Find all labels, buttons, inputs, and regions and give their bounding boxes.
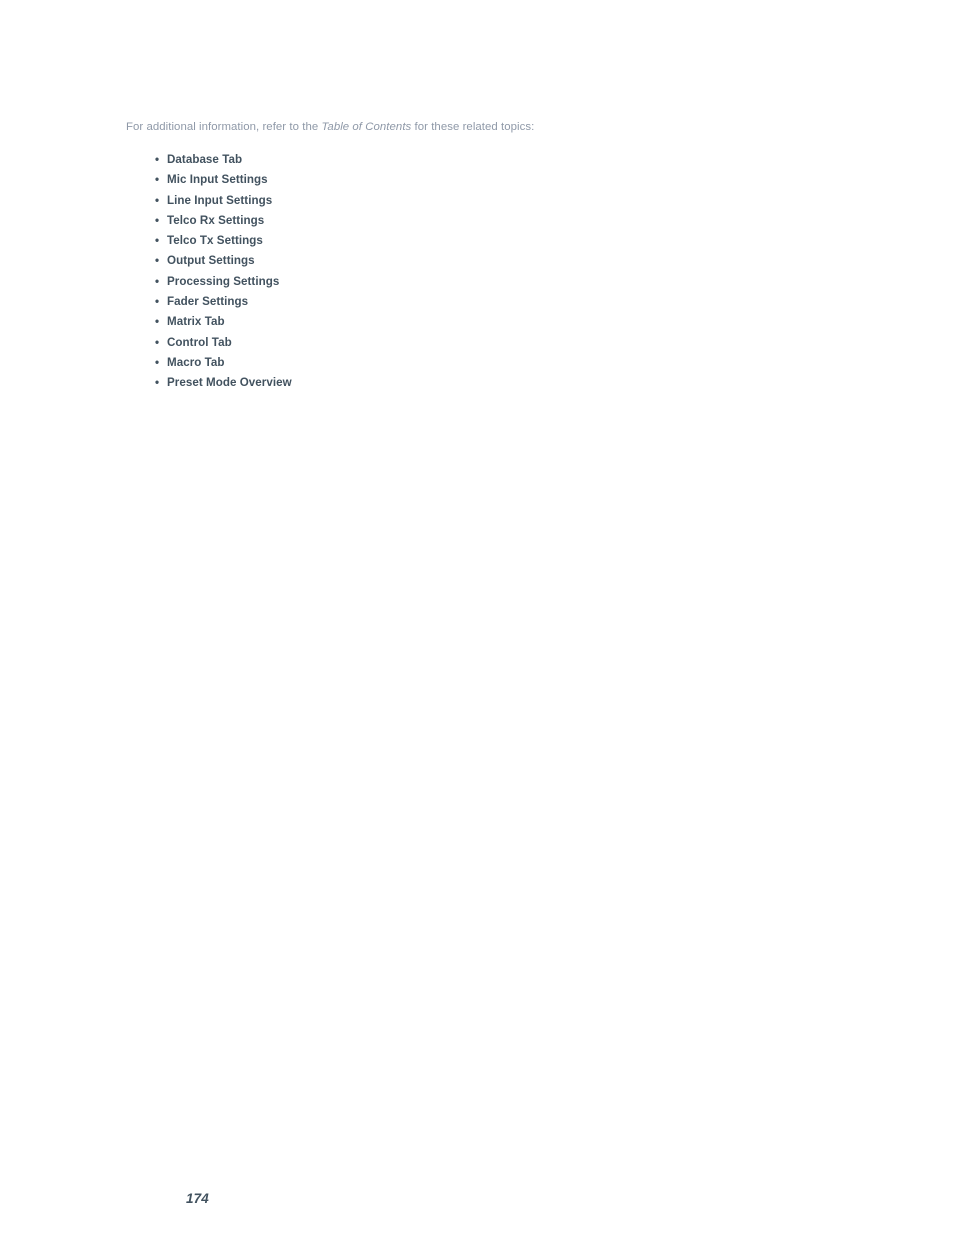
topic-link-label[interactable]: Preset Mode Overview <box>167 373 292 393</box>
bullet-icon: • <box>155 376 160 390</box>
bullet-icon: • <box>155 213 160 227</box>
topic-link-label[interactable]: Mic Input Settings <box>167 170 268 190</box>
list-item[interactable]: • Line Input Settings <box>155 191 292 211</box>
bullet-icon: • <box>155 153 160 166</box>
list-item[interactable]: • Telco Rx Settings <box>155 211 292 231</box>
topic-link-label[interactable]: Processing Settings <box>167 272 279 292</box>
list-item[interactable]: • Matrix Tab <box>155 312 292 332</box>
topic-link-label[interactable]: Output Settings <box>167 251 255 271</box>
list-item[interactable]: • Fader Settings <box>155 292 292 312</box>
intro-paragraph: For additional information, refer to the… <box>126 120 534 135</box>
intro-text-after: for these related topics: <box>411 121 535 134</box>
topic-link-label[interactable]: Matrix Tab <box>167 312 225 332</box>
list-item[interactable]: • Mic Input Settings <box>155 170 292 190</box>
list-item[interactable]: • Processing Settings <box>155 272 292 292</box>
topic-link-label[interactable]: Telco Tx Settings <box>167 231 263 251</box>
topic-link-label[interactable]: Macro Tab <box>167 353 225 373</box>
list-item[interactable]: • Preset Mode Overview <box>155 373 292 393</box>
bullet-icon: • <box>155 234 160 248</box>
topic-link-label[interactable]: Telco Rx Settings <box>167 211 264 231</box>
related-topics-list: • Database Tab • Mic Input Settings • Li… <box>155 150 292 394</box>
bullet-icon: • <box>155 193 160 207</box>
bullet-icon: • <box>155 315 160 329</box>
list-item[interactable]: • Telco Tx Settings <box>155 231 292 251</box>
list-item[interactable]: • Macro Tab <box>155 353 292 373</box>
intro-text-before: For additional information, refer to the <box>126 121 322 134</box>
list-item[interactable]: • Database Tab <box>155 150 292 170</box>
document-page: For additional information, refer to the… <box>0 0 954 1235</box>
bullet-icon: • <box>155 355 160 369</box>
bullet-icon: • <box>155 173 160 187</box>
list-item[interactable]: • Control Tab <box>155 333 292 353</box>
topic-link-label[interactable]: Control Tab <box>167 333 232 353</box>
bullet-icon: • <box>155 295 160 309</box>
list-item[interactable]: • Output Settings <box>155 251 292 271</box>
topic-link-label[interactable]: Line Input Settings <box>167 191 272 211</box>
bullet-icon: • <box>155 254 160 268</box>
bullet-icon: • <box>155 335 160 349</box>
bullet-icon: • <box>155 274 160 288</box>
topic-link-label[interactable]: Database Tab <box>167 150 242 170</box>
page-number: 174 <box>186 1191 209 1206</box>
topic-link-label[interactable]: Fader Settings <box>167 292 248 312</box>
intro-emphasis-table-of-contents: Table of Contents <box>321 121 412 134</box>
